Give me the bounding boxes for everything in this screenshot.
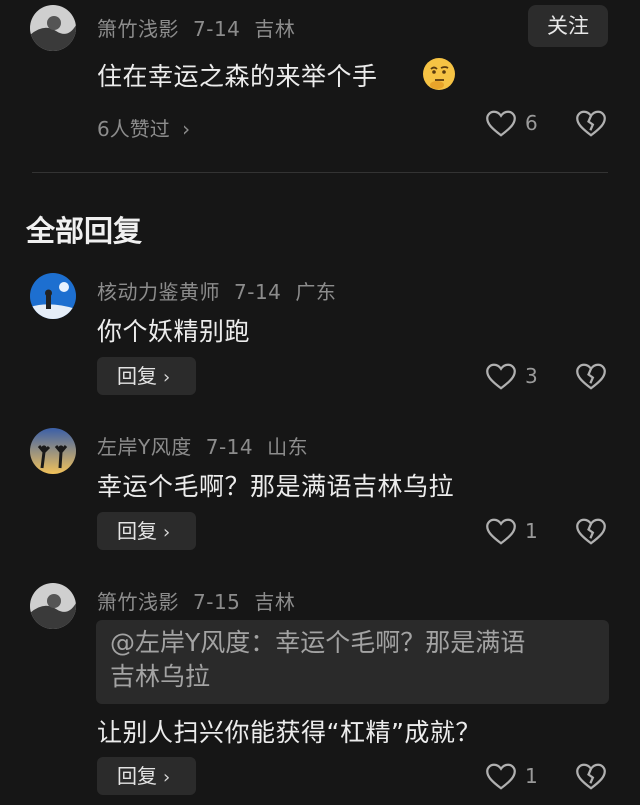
- avatar-image: [30, 583, 76, 629]
- dislike-icon[interactable]: [576, 363, 606, 391]
- comment-location: 吉林: [254, 590, 296, 614]
- comment-meta: 箫竹浅影 7-14 吉林: [97, 13, 309, 42]
- reply-label: 回复: [117, 519, 157, 543]
- chevron-right-icon: ›: [163, 767, 171, 788]
- avatar-image: [30, 273, 76, 319]
- follow-button[interactable]: 关注: [528, 5, 608, 47]
- like-icon[interactable]: [486, 110, 516, 138]
- liked-by-label: 6人赞过: [97, 117, 170, 141]
- comment-date: 7-14: [234, 280, 282, 304]
- comment-text: 住在幸运之森的来举个手: [97, 57, 378, 93]
- comment-location: 山东: [267, 435, 309, 459]
- username[interactable]: 核动力鉴黄师: [97, 280, 220, 304]
- like-count: 1: [525, 764, 538, 788]
- chevron-right-icon: ›: [163, 367, 171, 388]
- chevron-right-icon: ›: [163, 522, 171, 543]
- dislike-icon[interactable]: [576, 110, 606, 138]
- liked-by-link[interactable]: 6人赞过 ›: [97, 113, 190, 142]
- comment-location: 吉林: [254, 17, 296, 41]
- comment-location: 广东: [295, 280, 337, 304]
- dislike-icon[interactable]: [576, 763, 606, 791]
- comment-text: 让别人扫兴你能获得“杠精”成就？: [97, 718, 481, 747]
- thinking-face-emoji-icon: [423, 58, 455, 90]
- avatar[interactable]: [30, 273, 76, 319]
- comment-meta: 箫竹浅影 7-15 吉林: [97, 586, 309, 615]
- chevron-right-icon: ›: [182, 117, 191, 141]
- quoted-reply-line: 吉林乌拉: [110, 662, 211, 691]
- reply-button[interactable]: 回复 ›: [97, 757, 196, 795]
- username[interactable]: 左岸Y风度: [97, 435, 192, 459]
- avatar-image: [30, 5, 76, 51]
- avatar[interactable]: [30, 428, 76, 474]
- quoted-reply[interactable]: @左岸Y风度：幸运个毛啊？那是满语 吉林乌拉: [96, 620, 609, 704]
- like-count: 6: [525, 111, 538, 135]
- divider: [32, 172, 608, 173]
- quoted-reply-line: @左岸Y风度：幸运个毛啊？那是满语: [110, 628, 526, 657]
- like-icon[interactable]: [486, 763, 516, 791]
- like-count: 3: [525, 364, 538, 388]
- comment-text-content: 住在幸运之森的来举个手: [97, 62, 378, 91]
- username[interactable]: 箫竹浅影: [97, 17, 179, 41]
- like-count: 1: [525, 519, 538, 543]
- avatar-image: [30, 428, 76, 474]
- avatar[interactable]: [30, 5, 76, 51]
- comment-date: 7-14: [205, 435, 254, 459]
- like-icon[interactable]: [486, 363, 516, 391]
- comment-text: 你个妖精别跑: [97, 317, 251, 346]
- dislike-icon[interactable]: [576, 518, 606, 546]
- section-title: 全部回复: [26, 214, 143, 248]
- reply-label: 回复: [117, 364, 157, 388]
- comment-text: 幸运个毛啊？那是满语吉林乌拉: [97, 472, 455, 501]
- username[interactable]: 箫竹浅影: [97, 590, 179, 614]
- reply-button[interactable]: 回复 ›: [97, 512, 196, 550]
- reply-button[interactable]: 回复 ›: [97, 357, 196, 395]
- comment-date: 7-15: [193, 590, 241, 614]
- comment-date: 7-14: [193, 17, 241, 41]
- reply-label: 回复: [117, 764, 157, 788]
- like-icon[interactable]: [486, 518, 516, 546]
- comment-meta: 左岸Y风度 7-14 山东: [97, 431, 322, 460]
- comment-meta: 核动力鉴黄师 7-14 广东: [97, 276, 350, 305]
- avatar[interactable]: [30, 583, 76, 629]
